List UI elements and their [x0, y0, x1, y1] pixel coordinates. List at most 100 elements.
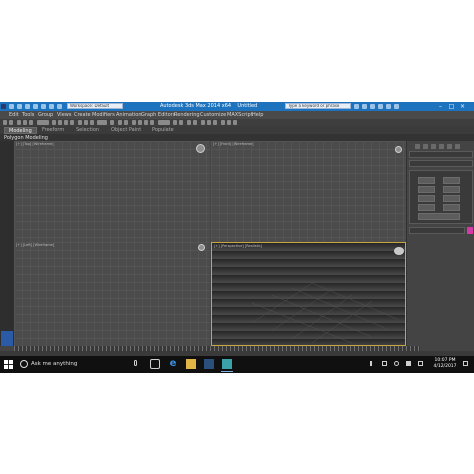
- workspace-selector[interactable]: Workspace: Default: [67, 103, 123, 109]
- manipulate-icon[interactable]: [118, 120, 122, 125]
- edge-browser-icon[interactable]: e: [168, 359, 178, 369]
- undo-tool-icon[interactable]: [3, 120, 7, 125]
- hierarchy-tab-icon[interactable]: [431, 144, 436, 149]
- menu-animation[interactable]: Animation: [116, 112, 142, 118]
- project-icon[interactable]: [49, 104, 54, 109]
- battery-icon[interactable]: [406, 361, 411, 366]
- menu-edit[interactable]: Edit: [9, 112, 19, 118]
- object-type-dropdown[interactable]: [409, 160, 473, 167]
- app-icon[interactable]: [1, 104, 6, 109]
- redo-tool-icon[interactable]: [9, 120, 13, 125]
- rendered-frame-icon[interactable]: [227, 120, 231, 125]
- close-button[interactable]: ×: [458, 103, 467, 110]
- viewport-left-label[interactable]: [+] [Left] [Wireframe]: [16, 243, 54, 247]
- keyboard-icon[interactable]: [418, 361, 423, 366]
- schematic-view-icon[interactable]: [207, 120, 211, 125]
- store-icon[interactable]: [204, 359, 214, 369]
- menu-views[interactable]: Views: [57, 112, 71, 118]
- layer-icon[interactable]: [187, 120, 191, 125]
- tab-selection[interactable]: Selection: [76, 127, 99, 134]
- viewcube-front-icon[interactable]: [395, 146, 402, 153]
- select-icon[interactable]: [52, 120, 56, 125]
- percent-snap-icon[interactable]: [144, 120, 148, 125]
- viewport-top[interactable]: [+] [Top] [Wireframe]: [14, 141, 210, 242]
- unlink-icon[interactable]: [23, 120, 27, 125]
- search-icon[interactable]: [354, 104, 359, 109]
- window-crossing-icon[interactable]: [70, 120, 74, 125]
- menu-create[interactable]: Create: [74, 112, 91, 118]
- exchange-icon[interactable]: [386, 104, 391, 109]
- infocenter-icon[interactable]: [362, 104, 367, 109]
- tray-chevron-icon[interactable]: [370, 361, 377, 366]
- taskbar-search-box[interactable]: Ask me anything: [31, 361, 77, 367]
- select-by-name-icon[interactable]: [58, 120, 62, 125]
- viewcube-perspective-icon[interactable]: [394, 247, 404, 255]
- render-setup-icon[interactable]: [221, 120, 225, 125]
- selection-filter-dropdown[interactable]: [37, 120, 49, 125]
- microphone-icon[interactable]: [134, 360, 137, 366]
- star-icon[interactable]: [370, 104, 375, 109]
- help-icon[interactable]: [394, 104, 399, 109]
- snap-icon[interactable]: [132, 120, 136, 125]
- create-tab-icon[interactable]: [415, 144, 420, 149]
- viewport-top-label[interactable]: [+] [Top] [Wireframe]: [16, 142, 54, 146]
- object-color-swatch[interactable]: [467, 227, 473, 234]
- link-icon[interactable]: [17, 120, 21, 125]
- help-search-input[interactable]: Type a keyword or phrase: [285, 103, 351, 109]
- menu-customize[interactable]: Customize: [200, 112, 226, 118]
- pivot-icon[interactable]: [110, 120, 114, 125]
- curve-editor-icon[interactable]: [201, 120, 205, 125]
- windows-start-icon[interactable]: [4, 360, 13, 369]
- render-icon[interactable]: [233, 120, 237, 125]
- mirror-icon[interactable]: [173, 120, 177, 125]
- menu-rendering[interactable]: Rendering: [174, 112, 200, 118]
- angle-snap-icon[interactable]: [138, 120, 142, 125]
- spinner-snap-icon[interactable]: [150, 120, 154, 125]
- reference-coordinate-dropdown[interactable]: [97, 120, 107, 125]
- name-field[interactable]: [409, 227, 465, 234]
- undo-icon[interactable]: [33, 104, 38, 109]
- object-button-7[interactable]: [418, 204, 435, 211]
- tab-freeform[interactable]: Freeform: [42, 127, 64, 134]
- align-icon[interactable]: [179, 120, 183, 125]
- object-button-4[interactable]: [443, 186, 460, 193]
- tab-populate[interactable]: Populate: [152, 127, 174, 134]
- bind-icon[interactable]: [29, 120, 33, 125]
- action-center-icon[interactable]: [463, 361, 468, 366]
- redo-icon[interactable]: [41, 104, 46, 109]
- hold-icon[interactable]: [57, 104, 62, 109]
- object-button-1[interactable]: [418, 177, 435, 184]
- volume-icon[interactable]: [394, 361, 399, 366]
- display-tab-icon[interactable]: [447, 144, 452, 149]
- modify-tab-icon[interactable]: [423, 144, 428, 149]
- motion-tab-icon[interactable]: [439, 144, 444, 149]
- object-button-6[interactable]: [443, 195, 460, 202]
- task-view-icon[interactable]: [150, 359, 160, 369]
- viewport-front-label[interactable]: [+] [Front] [Wireframe]: [213, 142, 253, 146]
- object-button-2[interactable]: [443, 177, 460, 184]
- viewport-perspective[interactable]: [+] [Perspective] [Realistic]: [211, 242, 406, 346]
- region-select-icon[interactable]: [64, 120, 68, 125]
- save-icon[interactable]: [25, 104, 30, 109]
- viewcube-top-icon[interactable]: [196, 144, 205, 153]
- menu-tools[interactable]: Tools: [22, 112, 34, 118]
- network-icon[interactable]: [382, 361, 387, 366]
- object-button-8[interactable]: [443, 204, 460, 211]
- menu-graph-editors[interactable]: Graph Editors: [141, 112, 175, 118]
- object-button-3[interactable]: [418, 186, 435, 193]
- viewcube-left-icon[interactable]: [198, 244, 205, 251]
- scale-icon[interactable]: [90, 120, 94, 125]
- open-icon[interactable]: [17, 104, 22, 109]
- menu-modifiers[interactable]: Modifiers: [92, 112, 115, 118]
- system-clock[interactable]: 10:07 PM 4/12/2017: [432, 358, 458, 370]
- file-explorer-icon[interactable]: [186, 359, 196, 369]
- named-selection-dropdown[interactable]: [158, 120, 170, 125]
- ribbon-toggle-icon[interactable]: [193, 120, 197, 125]
- cortana-icon[interactable]: [20, 360, 28, 368]
- maxscript-listener-icon[interactable]: [1, 331, 13, 346]
- utilities-tab-icon[interactable]: [455, 144, 460, 149]
- geometry-category-bar[interactable]: [409, 151, 473, 158]
- tab-modeling[interactable]: Modeling: [4, 127, 37, 134]
- new-icon[interactable]: [9, 104, 14, 109]
- 3ds-max-taskbar-icon[interactable]: [222, 359, 232, 369]
